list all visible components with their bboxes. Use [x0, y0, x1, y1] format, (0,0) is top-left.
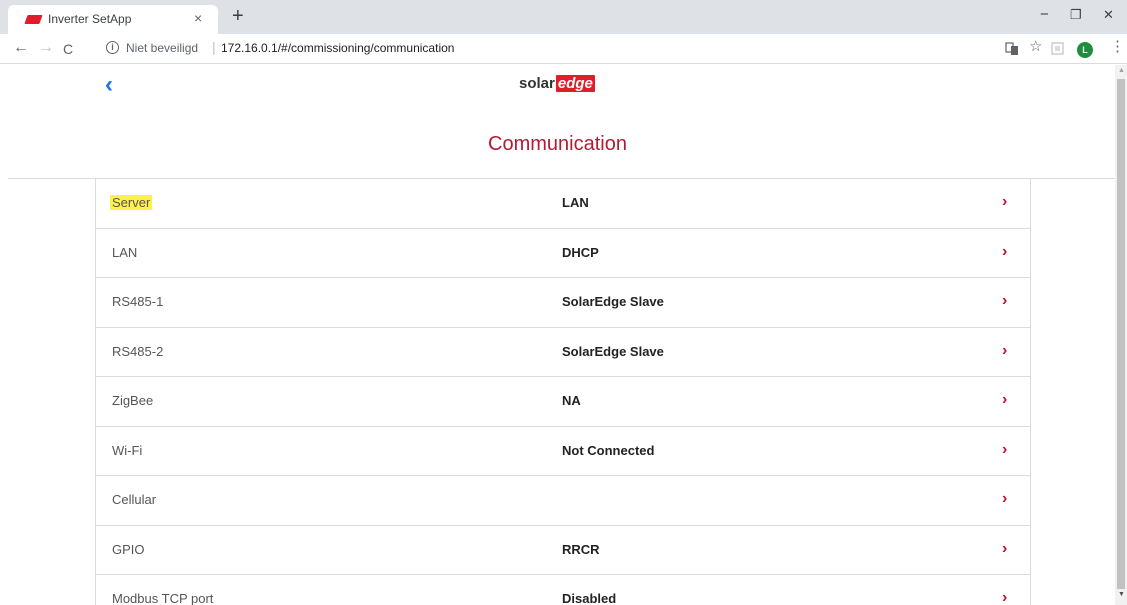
- row-label: RS485-2: [112, 343, 164, 359]
- page-title: Communication: [488, 133, 627, 155]
- row-server[interactable]: Server LAN ›: [96, 179, 1030, 229]
- row-value: SolarEdge Slave: [562, 294, 664, 309]
- extension-icon[interactable]: [1051, 42, 1064, 58]
- logo-edge: edge: [555, 75, 595, 92]
- new-tab-button[interactable]: +: [232, 5, 244, 27]
- restore-button[interactable]: ❐: [1070, 6, 1082, 24]
- browser-tabstrip: Inverter SetApp × + − ❐ ✕: [0, 0, 1127, 34]
- row-wifi[interactable]: Wi-Fi Not Connected ›: [96, 427, 1030, 476]
- minimize-button[interactable]: −: [1040, 6, 1049, 24]
- chevron-right-icon: ›: [1002, 490, 1008, 507]
- row-value: SolarEdge Slave: [562, 343, 664, 359]
- tab-title: Inverter SetApp: [48, 12, 132, 26]
- row-value: NA: [562, 393, 581, 408]
- row-value: Disabled: [562, 591, 617, 605]
- row-modbus-tcp-port[interactable]: Modbus TCP port Disabled ›: [96, 575, 1030, 605]
- solaredge-logo: solar edge: [519, 75, 595, 92]
- row-value: RRCR: [562, 541, 600, 557]
- close-window-button[interactable]: ✕: [1103, 6, 1114, 24]
- translate-icon[interactable]: [1005, 42, 1019, 59]
- not-secure-label: Niet beveiligd: [126, 41, 199, 55]
- row-label: Cellular: [112, 492, 157, 507]
- address-bar[interactable]: i Niet beveiligd | 172.16.0.1/#/commissi…: [100, 38, 980, 60]
- menu-icon[interactable]: ⋮: [1110, 39, 1125, 54]
- url-text[interactable]: 172.16.0.1/#/commissioning/communication: [221, 41, 454, 55]
- row-gpio[interactable]: GPIO RRCR ›: [96, 526, 1030, 575]
- star-icon[interactable]: ☆: [1029, 39, 1042, 54]
- chevron-right-icon: ›: [1002, 589, 1008, 605]
- row-label: ZigBee: [112, 393, 154, 408]
- info-icon[interactable]: i: [106, 41, 119, 54]
- row-label: RS485-1: [112, 294, 164, 309]
- url-separator: |: [212, 39, 216, 55]
- row-label: LAN: [112, 244, 138, 260]
- tab-close-icon[interactable]: ×: [194, 10, 202, 26]
- chevron-right-icon: ›: [1002, 292, 1008, 309]
- row-value: Not Connected: [562, 442, 655, 458]
- chevron-right-icon: ›: [1002, 341, 1008, 359]
- row-value: DHCP: [562, 244, 599, 260]
- communication-list: Server LAN › LAN DHCP › RS485-1 SolarEdg…: [95, 179, 1031, 605]
- chevron-right-icon: ›: [1002, 539, 1008, 557]
- scrollbar-thumb[interactable]: [1117, 79, 1125, 589]
- row-rs485-1[interactable]: RS485-1 SolarEdge Slave ›: [96, 278, 1030, 328]
- back-arrow-icon[interactable]: ←: [13, 39, 29, 57]
- chevron-right-icon: ›: [1002, 193, 1008, 210]
- page-scrollbar[interactable]: ▲ ▼: [1115, 65, 1127, 605]
- reload-icon[interactable]: C: [63, 40, 73, 58]
- forward-arrow-icon[interactable]: →: [38, 39, 54, 57]
- row-rs485-2[interactable]: RS485-2 SolarEdge Slave ›: [96, 328, 1030, 377]
- page-content: ‹ solar edge Communication Server LAN › L…: [0, 65, 1115, 605]
- back-chevron-icon[interactable]: ‹: [105, 71, 113, 99]
- chevron-right-icon: ›: [1002, 242, 1008, 260]
- row-label: Server: [110, 195, 153, 210]
- row-cellular[interactable]: Cellular ›: [96, 476, 1030, 526]
- row-label: Modbus TCP port: [112, 591, 214, 605]
- browser-tab[interactable]: Inverter SetApp ×: [8, 5, 218, 34]
- profile-avatar[interactable]: L: [1077, 42, 1093, 58]
- row-label: GPIO: [112, 541, 145, 557]
- chevron-right-icon: ›: [1002, 391, 1008, 408]
- scroll-down-arrow-icon[interactable]: ▼: [1118, 591, 1125, 598]
- logo-solar: solar: [519, 75, 555, 92]
- row-value: LAN: [562, 195, 589, 210]
- row-lan[interactable]: LAN DHCP ›: [96, 229, 1030, 278]
- row-label: Wi-Fi: [112, 442, 143, 458]
- chevron-right-icon: ›: [1002, 440, 1008, 458]
- scroll-up-arrow-icon[interactable]: ▲: [1118, 67, 1125, 74]
- browser-toolbar: ← → C i Niet beveiligd | 172.16.0.1/#/co…: [0, 34, 1127, 64]
- row-zigbee[interactable]: ZigBee NA ›: [96, 377, 1030, 427]
- solaredge-favicon-icon: [24, 15, 43, 24]
